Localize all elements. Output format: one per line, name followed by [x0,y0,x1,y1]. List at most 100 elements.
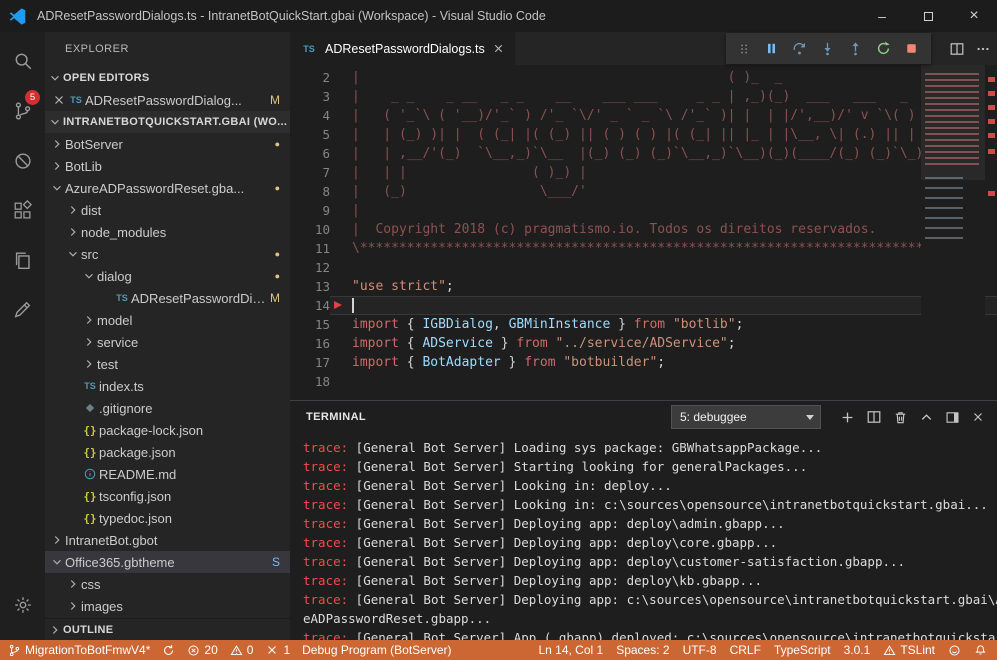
activity-edit[interactable] [0,286,45,336]
activity-settings[interactable] [0,580,45,630]
eol[interactable]: CRLF [730,643,761,657]
close-panel-button[interactable] [971,410,985,424]
tree-item-dist[interactable]: dist [45,199,290,221]
debug-target[interactable]: Debug Program (BotServer) [302,643,451,657]
chevron-down-icon[interactable] [47,114,63,130]
code-line[interactable]: 3| _ _ _ __ _ _ __ ___ ___ _ _ | ,_)(_) … [290,87,997,106]
tree-item-css[interactable]: css [45,573,290,595]
terminal-tab[interactable]: TERMINAL [306,411,366,423]
chevron-right-icon[interactable] [49,136,65,152]
tree-item-dialog[interactable]: dialog● [45,265,290,287]
activity-extensions[interactable] [0,186,45,236]
tab-adresetpassworddialogs[interactable]: TS ADResetPasswordDialogs.ts [290,32,515,65]
chevron-right-icon[interactable] [65,576,81,592]
close-tab-icon[interactable] [492,42,505,55]
split-editor-button[interactable] [949,41,965,57]
tree-item-adresetpassworddial[interactable]: TSADResetPasswordDial...M [45,287,290,309]
tree-item-azureadpasswordreset-gba[interactable]: AzureADPasswordReset.gba...● [45,177,290,199]
code-line[interactable]: 7| | | ( )_) | | [290,163,997,182]
tree-item-index-ts[interactable]: TSindex.ts [45,375,290,397]
chevron-down-icon[interactable] [49,554,65,570]
more-actions-button[interactable] [975,41,991,57]
code-line[interactable]: 2| ( )_ _ | [290,68,997,87]
tree-item-office365-gbtheme[interactable]: Office365.gbthemeS [45,551,290,573]
tree-item-gitignore[interactable]: .gitignore [45,397,290,419]
minimap[interactable] [921,65,985,400]
chevron-down-icon[interactable] [81,268,97,284]
code-line[interactable]: 15import { IGBDialog, GBMinInstance } fr… [290,315,997,334]
code-line[interactable]: 14 [290,296,997,315]
chevron-right-icon[interactable] [65,202,81,218]
split-terminal-button[interactable] [866,409,882,425]
cursor-position[interactable]: Ln 14, Col 1 [538,643,603,657]
branch-indicator[interactable]: MigrationToBotFmwV4* [8,643,150,657]
code-line[interactable]: 17import { BotAdapter } from "botbuilder… [290,353,997,372]
code-editor[interactable]: 2| ( )_ _ |3| _ _ _ __ _ _ __ ___ ___ _ … [290,65,997,400]
chevron-down-icon[interactable] [65,246,81,262]
panel-layout-button[interactable] [945,410,960,425]
code-line[interactable]: 13"use strict"; [290,277,997,296]
chevron-right-icon[interactable] [81,312,97,328]
chevron-down-icon[interactable] [49,180,65,196]
debug-step-over-button[interactable] [792,41,807,56]
code-line[interactable]: 16import { ADService } from "../service/… [290,334,997,353]
debug-step-out-button[interactable] [848,41,863,56]
tree-item-botlib[interactable]: BotLib [45,155,290,177]
chevron-right-icon[interactable] [81,334,97,350]
maximize-button[interactable] [905,0,951,32]
extra-count[interactable]: 1 [265,643,290,657]
chevron-right-icon[interactable] [65,598,81,614]
vscode-logo-icon[interactable] [9,7,27,25]
tree-item-node-modules[interactable]: node_modules [45,221,290,243]
tslint-status[interactable]: TSLint [883,643,935,657]
chevron-right-icon[interactable] [49,532,65,548]
code-line[interactable]: 18 [290,372,997,391]
chevron-right-icon[interactable] [65,224,81,240]
tree-item-service[interactable]: service [45,331,290,353]
tree-item-botserver[interactable]: BotServer● [45,133,290,155]
tree-item-tsconfig-json[interactable]: {}tsconfig.json [45,485,290,507]
close-button[interactable]: × [951,0,997,32]
outline-header[interactable]: OUTLINE [45,618,290,640]
code-line[interactable]: 8| (_) \___/' | [290,182,997,201]
sync-button[interactable] [162,644,175,657]
close-icon[interactable] [51,93,67,107]
debug-pause-button[interactable] [764,41,779,56]
chevron-right-icon[interactable] [47,622,63,638]
code-line[interactable]: 6| | ,__/'(_) `\__,_)`\__ |(_) (_) (_)`\… [290,144,997,163]
activity-source-control[interactable]: 5 [0,86,45,136]
minimize-button[interactable]: – [859,0,905,32]
debug-stop-button[interactable] [904,41,919,56]
code-line[interactable]: 5| | (_) )| | ( (_| |( (_) || ( ) ( ) |(… [290,125,997,144]
feedback[interactable] [948,644,961,657]
maximize-panel-button[interactable] [919,410,934,425]
tree-item-package-lock-json[interactable]: {}package-lock.json [45,419,290,441]
code-line[interactable]: 11\*************************************… [290,239,997,258]
open-editor-item[interactable]: TSADResetPasswordDialog...M [45,89,290,111]
tree-item-readme-md[interactable]: README.md [45,463,290,485]
code-line[interactable]: 9| | [290,201,997,220]
encoding[interactable]: UTF-8 [683,643,717,657]
chevron-right-icon[interactable] [81,356,97,372]
chevron-down-icon[interactable] [47,70,63,86]
debug-drag-handle-button[interactable] [738,41,751,57]
chevron-right-icon[interactable] [49,158,65,174]
activity-debug[interactable] [0,136,45,186]
kill-terminal-button[interactable] [893,410,908,425]
tree-item-model[interactable]: model [45,309,290,331]
terminal-selector[interactable]: 5: debuggee [671,405,821,429]
debug-step-into-button[interactable] [820,41,835,56]
open-editors-header[interactable]: OPEN EDITORS [45,67,290,89]
workspace-header[interactable]: INTRANETBOTQUICKSTART.GBAI (WO... [45,111,290,133]
warning-count[interactable]: 0 [230,643,254,657]
tree-item-package-json[interactable]: {}package.json [45,441,290,463]
activity-search[interactable] [0,36,45,86]
tree-item-intranetbot-gbot[interactable]: IntranetBot.gbot [45,529,290,551]
activity-files[interactable] [0,236,45,286]
ts-version[interactable]: 3.0.1 [844,643,871,657]
code-line[interactable]: 10| Copyright 2018 (c) pragmatismo.io. T… [290,220,997,239]
code-line[interactable]: 12 [290,258,997,277]
tree-item-src[interactable]: src● [45,243,290,265]
tree-item-test[interactable]: test [45,353,290,375]
error-count[interactable]: 20 [187,643,217,657]
